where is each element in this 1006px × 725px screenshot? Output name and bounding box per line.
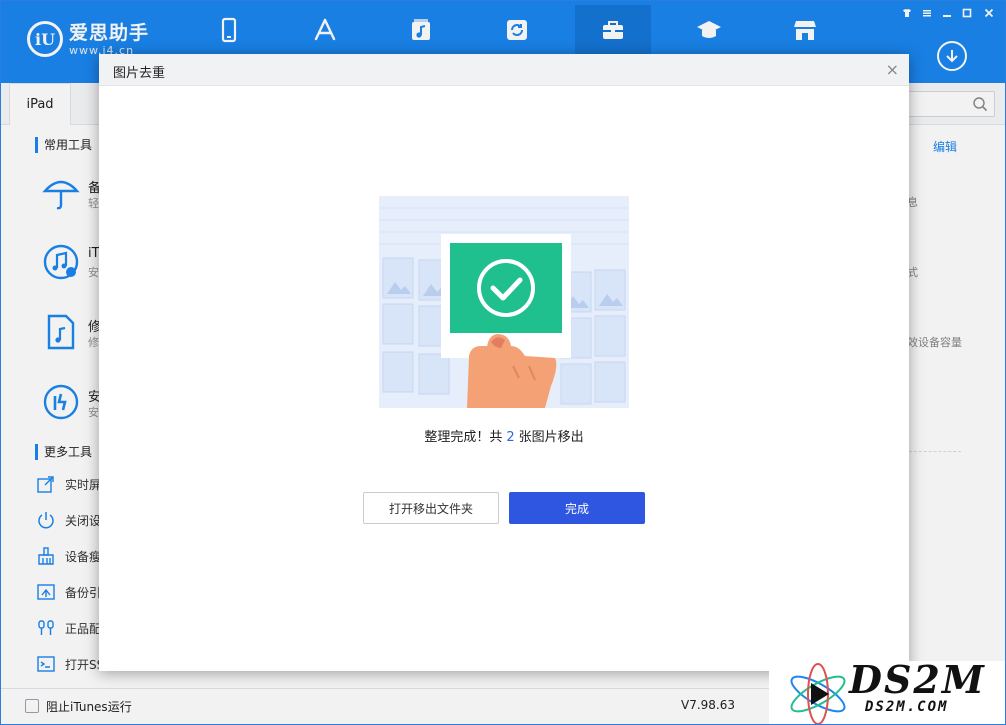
atom-logo-icon (790, 663, 846, 724)
open-folder-button[interactable]: 打开移出文件夹 (363, 492, 499, 524)
success-illustration (379, 196, 629, 408)
close-icon[interactable]: × (886, 60, 899, 79)
dedupe-dialog: 图片去重 × 整理完成！共 2 张图片移出 打开移出文件夹 完成 (99, 54, 909, 671)
result-prefix: 整理完成！共 (424, 430, 503, 445)
result-suffix: 张图片移出 (518, 430, 584, 445)
dialog-header: 图片去重 × (99, 54, 909, 86)
app-window: iU 爱思助手 www.i4.cn iPad 常用工具 备 轻 iT 安 修 修… (0, 0, 1006, 725)
watermark: DS2M DS2M.COM (769, 657, 1005, 724)
dialog-title: 图片去重 (113, 66, 166, 81)
watermark-url: DS2M.COM (865, 699, 949, 715)
result-message: 整理完成！共 2 张图片移出 (99, 426, 909, 445)
done-button[interactable]: 完成 (509, 492, 645, 524)
result-count: 2 (506, 430, 515, 445)
watermark-brand: DS2M (849, 657, 986, 702)
